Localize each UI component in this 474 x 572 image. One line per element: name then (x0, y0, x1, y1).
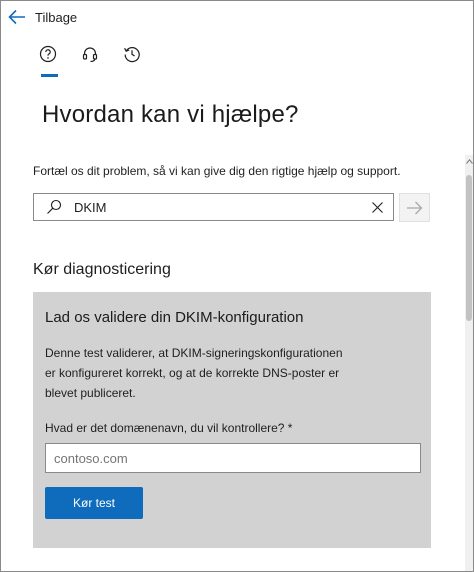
card-title: Lad os validere din DKIM-konfiguration (45, 309, 304, 326)
question-circle-icon (39, 45, 57, 63)
search-box (33, 193, 394, 221)
run-test-button[interactable]: Kør test (45, 487, 143, 519)
tab-contact[interactable] (79, 43, 101, 65)
tab-bar (37, 43, 143, 65)
scrollbar[interactable] (463, 155, 473, 571)
search-icon (47, 199, 62, 214)
back-button[interactable]: Tilbage (7, 5, 77, 29)
tab-history[interactable] (121, 43, 143, 65)
arrow-right-icon (407, 201, 423, 214)
active-tab-indicator (41, 74, 58, 77)
tab-help[interactable] (37, 43, 59, 65)
page-title: Hvordan kan vi hjælpe? (42, 101, 299, 128)
search-input[interactable] (72, 198, 356, 216)
card-description: Denne test validerer, at DKIM-signerings… (45, 346, 343, 400)
intro-text: Fortæl os dit problem, så vi kan give di… (33, 164, 401, 178)
history-clock-icon (124, 47, 140, 63)
search-submit-button[interactable] (399, 193, 430, 222)
domain-field-label: Hvad er det domænenavn, du vil kontrolle… (45, 421, 293, 435)
domain-input[interactable] (45, 443, 421, 473)
scroll-up-icon[interactable] (465, 155, 473, 167)
close-icon[interactable] (371, 201, 384, 214)
headset-icon (82, 47, 98, 63)
diagnostics-card: Lad os validere din DKIM-konfiguration D… (33, 292, 431, 548)
diagnostics-heading: Kør diagnosticering (33, 261, 171, 278)
back-label: Tilbage (35, 9, 78, 25)
help-pane: Tilbage Hvordan kan vi hjælpe? Fortæl os… (0, 0, 474, 572)
arrow-left-icon (8, 9, 25, 25)
scrollbar-thumb[interactable] (466, 175, 472, 321)
